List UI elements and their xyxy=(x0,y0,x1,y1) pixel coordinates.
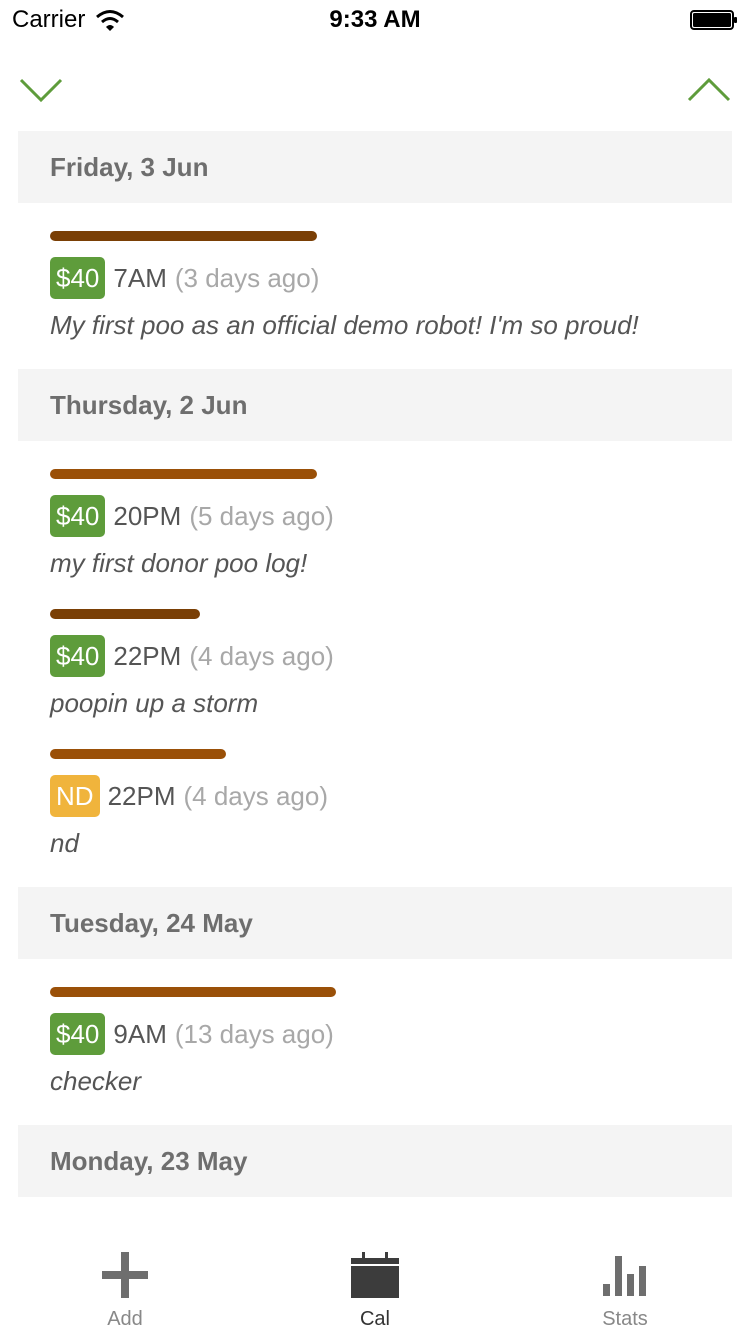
entry-meta: $40 7AM (3 days ago) xyxy=(50,257,700,299)
bar-chart-icon xyxy=(603,1256,646,1296)
entry-note: poopin up a storm xyxy=(50,688,259,718)
entry-ago: (13 days ago) xyxy=(174,1018,334,1049)
entry-time: 20PM xyxy=(113,500,182,531)
entry-ago: (3 days ago) xyxy=(174,262,320,293)
entry-meta: $40 9AM (13 days ago) xyxy=(50,1013,700,1055)
amount-bar xyxy=(50,231,317,241)
entry-note: checker xyxy=(50,1066,142,1096)
log-entry[interactable]: $40 20PM (5 days ago) my first donor poo lo… xyxy=(18,469,732,583)
entry-ago: (5 days ago) xyxy=(189,500,334,531)
entry-time: 22PM xyxy=(113,640,182,671)
status-badge: $40 xyxy=(50,1013,106,1055)
calendar-icon xyxy=(351,1252,399,1298)
status-badge: $40 xyxy=(50,495,106,537)
log-list[interactable]: Friday, 3 Jun $40 7AM (3 days ago) My first … xyxy=(18,131,732,1235)
tab-stats-label: Stats xyxy=(602,1308,648,1330)
entry-meta: ND 22PM (4 days ago) xyxy=(50,775,700,817)
status-badge: $40 xyxy=(50,635,106,677)
entry-ago: (4 days ago) xyxy=(189,640,334,671)
log-entry[interactable]: $40 22PM (4 days ago) poopin up a storm xyxy=(18,609,732,723)
entry-note: nd xyxy=(50,828,79,858)
tab-stats[interactable]: Stats xyxy=(500,1236,750,1334)
status-time: 9:33 AM xyxy=(329,6,421,33)
entry-meta: $40 20PM (5 days ago) xyxy=(50,495,700,537)
entry-meta: $40 22PM (4 days ago) xyxy=(50,635,700,677)
section-header: Thursday, 2 Jun xyxy=(18,369,732,441)
entries-group: $40 7AM (3 days ago) My first poo as an off… xyxy=(18,203,732,369)
entry-time: 22PM xyxy=(107,780,176,811)
amount-bar xyxy=(50,469,317,479)
log-entry[interactable]: $40 9AM (13 days ago) checker xyxy=(18,987,732,1101)
battery-icon xyxy=(690,10,737,30)
amount-bar xyxy=(50,609,200,619)
entry-time: 9AM xyxy=(113,1018,167,1049)
tab-add[interactable]: Add xyxy=(0,1236,250,1334)
tab-cal[interactable]: Cal xyxy=(250,1236,500,1334)
tab-cal-label: Cal xyxy=(359,1308,390,1330)
status-badge: ND xyxy=(50,775,100,817)
amount-bar xyxy=(50,987,336,997)
screen: Carrier 9:33 AM Friday, 3 Jun $40 7AM (3 da… xyxy=(0,0,750,1334)
entry-note: My first poo as an official demo robot! … xyxy=(50,310,639,340)
tab-bar: Add Cal Stats xyxy=(0,1236,750,1334)
status-badge: $40 xyxy=(50,257,106,299)
entry-ago: (4 days ago) xyxy=(183,780,329,811)
amount-bar xyxy=(50,749,226,759)
section-header: Monday, 23 May xyxy=(18,1125,732,1197)
chevron-down-icon[interactable] xyxy=(18,74,64,104)
entry-time: 7AM xyxy=(113,262,167,293)
entry-note: my first donor poo log! xyxy=(50,548,308,578)
section-header: Friday, 3 Jun xyxy=(18,131,732,203)
tab-add-label: Add xyxy=(107,1308,143,1330)
log-entry[interactable]: $40 7AM (3 days ago) My first poo as an off… xyxy=(18,231,732,345)
entries-group: $40 20PM (5 days ago) my first donor poo lo… xyxy=(18,441,732,887)
plus-icon xyxy=(102,1252,148,1298)
entries-group: $40 9AM (13 days ago) checker xyxy=(18,959,732,1125)
status-bar: Carrier 9:33 AM xyxy=(0,0,750,40)
section-header: Tuesday, 24 May xyxy=(18,887,732,959)
chevron-up-icon[interactable] xyxy=(686,74,732,104)
log-entry[interactable]: ND 22PM (4 days ago) nd xyxy=(18,749,732,863)
